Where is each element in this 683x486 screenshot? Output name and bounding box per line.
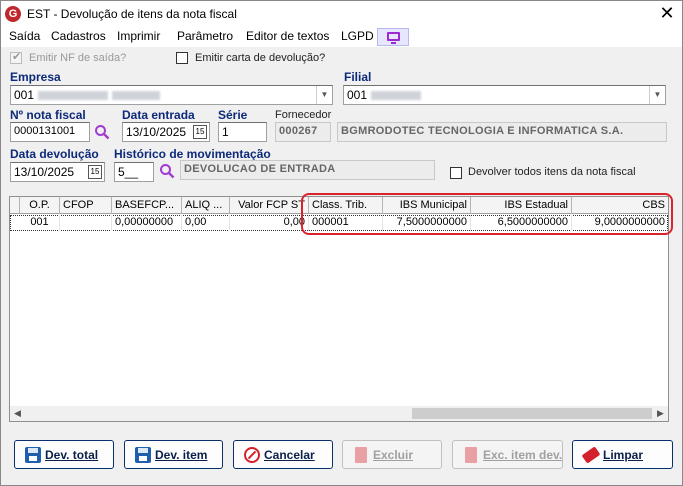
redacted-text <box>371 91 422 101</box>
menu-editor-textos[interactable]: Editor de textos <box>246 29 329 43</box>
nota-fiscal-input[interactable]: 0000131001 <box>10 122 90 142</box>
empresa-label: Empresa <box>10 70 61 84</box>
calendar-icon[interactable]: 15 <box>88 165 102 179</box>
dev-total-button[interactable]: Dev. total <box>14 440 114 469</box>
historico-label: Histórico de movimentação <box>114 147 271 161</box>
search-icon[interactable] <box>159 163 175 179</box>
historico-description: DEVOLUCAO DE ENTRADA <box>180 160 435 180</box>
fornecedor-label: Fornecedor <box>275 109 332 121</box>
data-devolucao-value: 13/10/2025 <box>14 165 75 179</box>
eraser-icon <box>581 446 601 464</box>
emitir-nf-saida-checkbox[interactable]: ✔ <box>10 51 22 64</box>
dev-item-label: Dev. item <box>155 448 208 462</box>
save-icon <box>135 447 151 463</box>
data-entrada-input[interactable]: 13/10/2025 15 <box>122 122 210 142</box>
cancelar-label: Cancelar <box>264 448 315 462</box>
column-header[interactable]: BASEFCP... <box>112 197 182 214</box>
excluir-button[interactable]: Excluir <box>342 440 442 469</box>
emitir-carta-checkbox[interactable] <box>176 52 188 64</box>
column-header[interactable]: ALIQ ... <box>182 197 230 214</box>
empresa-select[interactable]: 001 ▼ <box>10 85 333 105</box>
horizontal-scrollbar[interactable]: ◀ ▶ <box>10 406 668 421</box>
menu-parametro[interactable]: Parâmetro <box>177 29 233 43</box>
redacted-text <box>112 91 161 101</box>
trash-icon <box>465 447 477 463</box>
grid-cell: 0,00 <box>182 215 230 231</box>
close-icon[interactable]: ✕ <box>656 3 678 25</box>
nota-fiscal-label: Nº nota fiscal <box>10 108 86 122</box>
empresa-value: 001 <box>14 88 35 102</box>
filial-select[interactable]: 001 ▼ <box>343 85 666 105</box>
filial-value: 001 <box>347 88 368 102</box>
menu-saida[interactable]: Saída <box>9 29 40 43</box>
dev-item-button[interactable]: Dev. item <box>124 440 223 469</box>
chevron-left-icon[interactable]: ◀ <box>10 406 25 421</box>
data-entrada-label: Data entrada <box>122 108 195 122</box>
menu-lgpd[interactable]: LGPD <box>341 29 374 43</box>
monitor-icon[interactable] <box>377 28 409 46</box>
menu-cadastros[interactable]: Cadastros <box>51 29 106 43</box>
app-logo-icon: G <box>5 6 21 22</box>
search-icon[interactable] <box>94 124 110 140</box>
devolver-todos-checkbox[interactable] <box>450 167 462 179</box>
emitir-carta-label: Emitir carta de devolução? <box>195 52 326 64</box>
grid-cell: 0,00 <box>230 215 309 231</box>
trash-icon <box>355 447 367 463</box>
cancel-icon <box>244 447 260 463</box>
main-window: G EST - Devolução de itens da nota fisca… <box>0 0 683 486</box>
scrollbar-thumb[interactable] <box>412 408 652 419</box>
devolver-todos-label: Devolver todos itens da nota fiscal <box>468 166 636 178</box>
limpar-button[interactable]: Limpar <box>572 440 673 469</box>
historico-code-input[interactable]: 5__ <box>114 162 154 182</box>
grid-cell: 0,00000000 <box>112 215 182 231</box>
highlight-annotation <box>301 193 673 235</box>
chevron-right-icon[interactable]: ▶ <box>653 406 668 421</box>
menu-bar: Saída Cadastros Imprimir Parâmetro Edito… <box>1 27 682 47</box>
redacted-text <box>38 91 109 101</box>
grid-cell: 001 <box>20 215 60 231</box>
window-title: EST - Devolução de itens da nota fiscal <box>27 7 237 21</box>
save-icon <box>25 447 41 463</box>
grid-indicator-header <box>10 197 20 214</box>
chevron-down-icon[interactable]: ▼ <box>316 86 332 104</box>
exc-item-dev-button[interactable]: Exc. item dev. <box>452 440 563 469</box>
emitir-nf-saida-label: Emitir NF de saída? <box>29 52 127 64</box>
serie-label: Série <box>218 108 248 122</box>
cancelar-button[interactable]: Cancelar <box>233 440 333 469</box>
column-header[interactable]: Valor FCP ST <box>230 197 309 214</box>
filial-label: Filial <box>344 70 372 84</box>
column-header[interactable]: O.P. <box>20 197 60 214</box>
dev-total-label: Dev. total <box>45 448 99 462</box>
calendar-icon[interactable]: 15 <box>193 125 207 139</box>
fornecedor-code: 000267 <box>275 122 331 142</box>
data-devolucao-label: Data devolução <box>10 147 99 161</box>
excluir-label: Excluir <box>373 448 414 462</box>
title-bar: G EST - Devolução de itens da nota fisca… <box>1 1 682 27</box>
column-header[interactable]: CFOP <box>60 197 112 214</box>
menu-imprimir[interactable]: Imprimir <box>117 29 160 43</box>
limpar-label: Limpar <box>603 448 644 462</box>
exc-item-dev-label: Exc. item dev. <box>483 448 563 462</box>
grid-cell <box>60 215 112 231</box>
fornecedor-name: BGMRODOTEC TECNOLOGIA E INFORMATICA S.A. <box>337 122 667 142</box>
chevron-down-icon[interactable]: ▼ <box>649 86 665 104</box>
serie-input[interactable]: 1 <box>218 122 267 142</box>
data-devolucao-input[interactable]: 13/10/2025 15 <box>10 162 105 182</box>
data-entrada-value: 13/10/2025 <box>126 125 187 139</box>
